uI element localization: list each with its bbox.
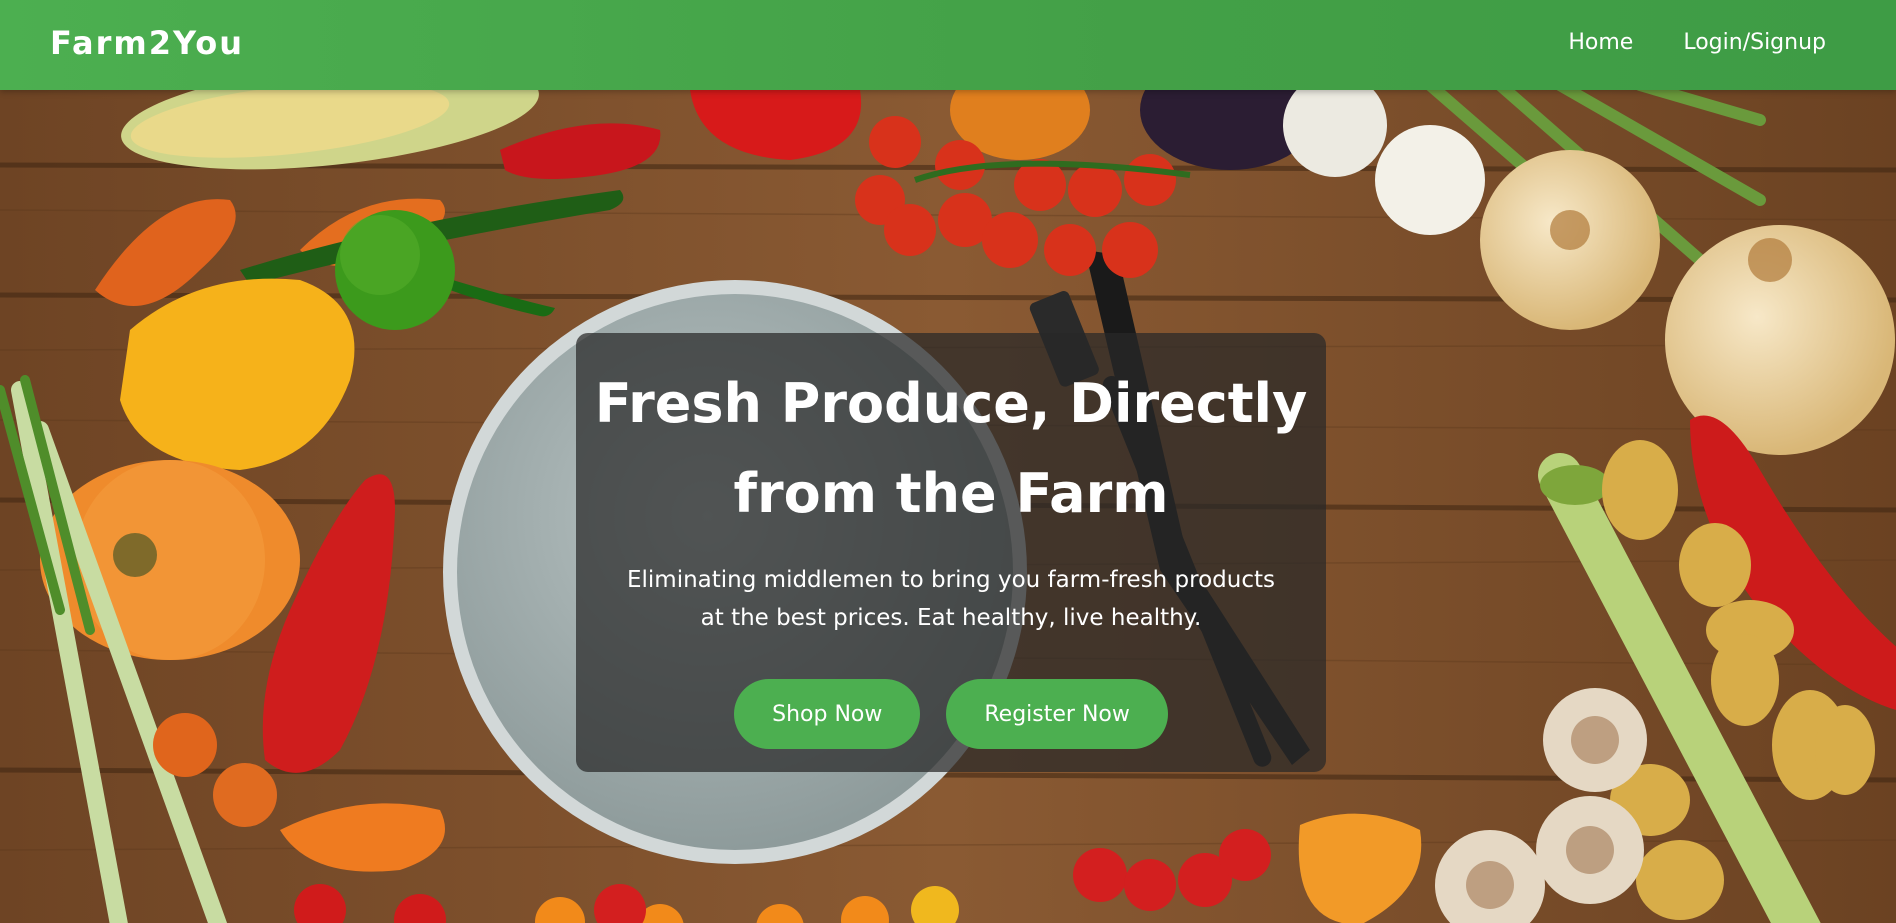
hero-section: Fresh Produce, Directly from the Farm El… (0, 90, 1896, 923)
nav-links: Home Login/Signup (1568, 30, 1826, 55)
shop-now-button[interactable]: Shop Now (734, 679, 921, 749)
hero-title: Fresh Produce, Directly from the Farm (594, 372, 1308, 525)
nav-link-login-signup[interactable]: Login/Signup (1683, 30, 1826, 55)
hero-card: Fresh Produce, Directly from the Farm El… (576, 333, 1326, 772)
navbar: Farm2You Home Login/Signup (0, 0, 1896, 90)
cta-buttons: Shop Now Register Now (576, 679, 1326, 749)
hero-subtitle: Eliminating middlemen to bring you farm-… (626, 567, 1276, 631)
brand-logo[interactable]: Farm2You (50, 24, 244, 62)
register-now-button[interactable]: Register Now (946, 679, 1168, 749)
nav-link-home[interactable]: Home (1568, 30, 1633, 55)
page: Farm2You Home Login/Signup Fresh Produce… (0, 0, 1896, 923)
